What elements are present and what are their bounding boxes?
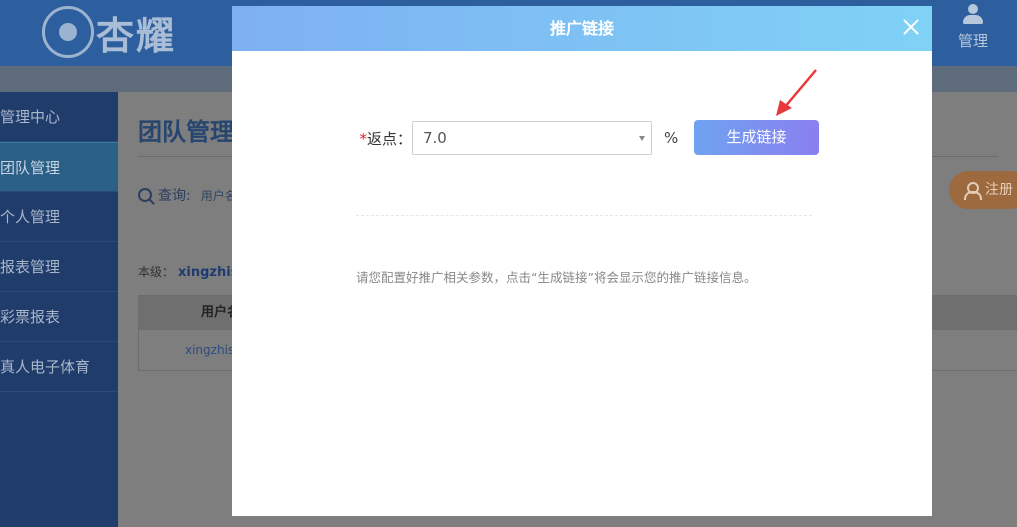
rebate-label: *返点： (352, 128, 412, 149)
close-icon[interactable] (900, 16, 922, 38)
section-divider (356, 215, 812, 216)
modal-title: 推广链接 (549, 19, 614, 38)
rebate-select-value: 7.0 (423, 129, 447, 147)
rebate-select[interactable]: 7.0 (412, 121, 652, 155)
annotation-arrow-icon (776, 69, 817, 116)
hint-text: 请您配置好推广相关参数，点击“生成链接”将会显示您的推广链接信息。 (356, 270, 757, 285)
percent-sign: % (664, 129, 679, 147)
modal-header: 推广链接 (232, 6, 932, 51)
rebate-label-text: 返点： (366, 129, 412, 148)
chevron-down-icon (639, 136, 645, 141)
required-mark: * (359, 129, 367, 148)
rebate-row: *返点： 7.0 % (352, 121, 678, 155)
generate-link-button[interactable]: 生成链接 (694, 120, 819, 155)
promo-link-modal: 推广链接 *返点： 7.0 % 生成链接 请您配置好推广相关参数，点击“生成链接… (232, 6, 932, 516)
